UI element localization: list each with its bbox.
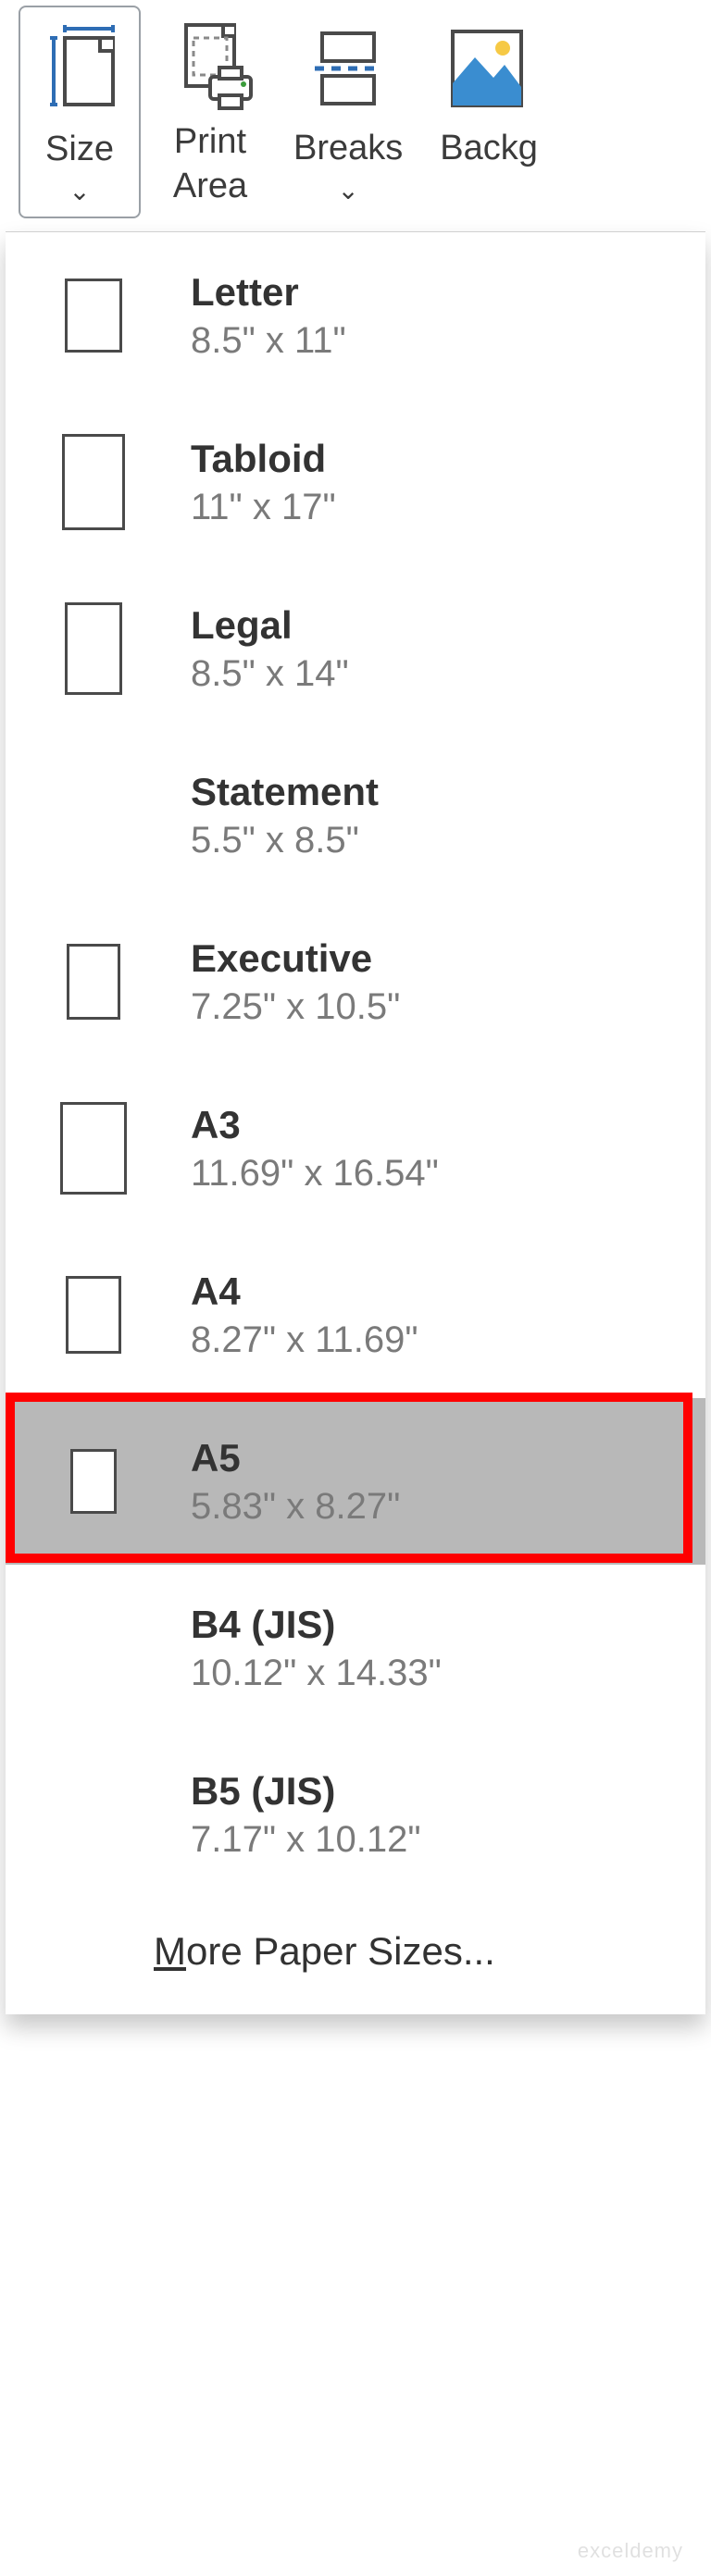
print-area-label: Print Area	[173, 120, 247, 208]
size-option-name: A3	[191, 1103, 439, 1147]
size-option-dims: 11.69" x 16.54"	[191, 1153, 439, 1195]
ribbon-toolbar: Size ⌄ Print Area Breaks	[0, 0, 711, 231]
size-option-dims: 8.27" x 11.69"	[191, 1319, 418, 1361]
size-option-a3[interactable]: A3 11.69" x 16.54"	[6, 1065, 705, 1232]
size-option-name: Tabloid	[191, 437, 336, 481]
size-option-executive[interactable]: Executive 7.25" x 10.5"	[6, 898, 705, 1065]
background-label: Backg	[440, 127, 538, 171]
size-option-name: A5	[191, 1436, 400, 1480]
size-option-dims: 7.17" x 10.12"	[191, 1819, 421, 1861]
size-option-a4[interactable]: A4 8.27" x 11.69"	[6, 1232, 705, 1398]
chevron-down-icon: ⌄	[337, 175, 358, 205]
size-option-dims: 7.25" x 10.5"	[191, 986, 400, 1028]
page-thumb-icon	[52, 593, 135, 704]
page-thumb-icon	[52, 1259, 135, 1370]
page-thumb-icon	[52, 926, 135, 1037]
size-option-name: Letter	[191, 270, 346, 315]
background-icon	[447, 18, 530, 119]
size-option-dims: 8.5" x 14"	[191, 653, 349, 695]
page-thumb-icon	[52, 427, 135, 538]
size-option-name: B5 (JIS)	[191, 1769, 421, 1814]
size-option-legal[interactable]: Legal 8.5" x 14"	[6, 565, 705, 732]
print-area-icon	[164, 18, 256, 113]
size-option-dims: 10.12" x 14.33"	[191, 1653, 442, 1694]
size-icon	[33, 19, 126, 120]
size-option-name: B4 (JIS)	[191, 1603, 442, 1647]
page-thumb-icon	[52, 260, 135, 371]
size-option-statement[interactable]: Statement 5.5" x 8.5"	[6, 732, 705, 898]
page-thumb-icon	[52, 1093, 135, 1204]
size-option-name: A4	[191, 1269, 418, 1314]
size-option-letter[interactable]: Letter 8.5" x 11"	[6, 232, 705, 399]
size-option-tabloid[interactable]: Tabloid 11" x 17"	[6, 399, 705, 565]
page-thumb-icon	[52, 1592, 135, 1703]
breaks-button[interactable]: Breaks ⌄	[280, 6, 417, 218]
page-thumb-icon	[52, 1426, 135, 1537]
size-option-name: Legal	[191, 603, 349, 648]
background-button[interactable]: Backg	[426, 6, 552, 218]
size-option-name: Statement	[191, 770, 379, 814]
size-option-dims: 5.83" x 8.27"	[191, 1486, 400, 1528]
breaks-label: Breaks	[293, 127, 403, 171]
breaks-icon	[302, 18, 394, 119]
size-option-b5-jis-[interactable]: B5 (JIS) 7.17" x 10.12"	[6, 1731, 705, 1898]
watermark: exceldemy	[578, 2539, 683, 2563]
size-option-dims: 8.5" x 11"	[191, 320, 346, 362]
chevron-down-icon: ⌄	[69, 176, 90, 206]
size-label: Size	[45, 128, 114, 172]
size-option-b4-jis-[interactable]: B4 (JIS) 10.12" x 14.33"	[6, 1565, 705, 1731]
more-paper-sizes[interactable]: More Paper Sizes...	[6, 1898, 705, 2005]
page-thumb-icon	[52, 1759, 135, 1870]
size-option-dims: 5.5" x 8.5"	[191, 820, 379, 861]
page-thumb-icon	[52, 760, 135, 871]
print-area-button[interactable]: Print Area	[150, 6, 270, 218]
size-option-a5[interactable]: A5 5.83" x 8.27"	[6, 1398, 705, 1565]
size-option-name: Executive	[191, 936, 400, 981]
size-dropdown: Letter 8.5" x 11" Tabloid 11" x 17" Legal 8.5…	[6, 231, 705, 2014]
size-button[interactable]: Size ⌄	[19, 6, 141, 218]
size-option-dims: 11" x 17"	[191, 487, 336, 528]
